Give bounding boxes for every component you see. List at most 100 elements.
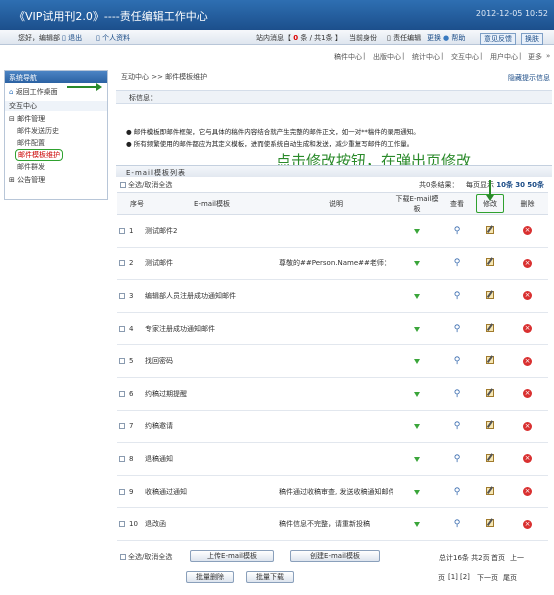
view-icon[interactable]: ⚲ bbox=[453, 291, 461, 300]
view-icon[interactable]: ⚲ bbox=[453, 259, 461, 268]
delete-icon[interactable]: × bbox=[523, 519, 532, 529]
nav-more[interactable]: 更多 bbox=[528, 52, 542, 62]
view-icon[interactable]: ⚲ bbox=[453, 520, 461, 529]
delete-icon[interactable]: × bbox=[523, 356, 532, 366]
batch-delete-button[interactable]: 批量删除 bbox=[186, 571, 234, 583]
feedback-button[interactable]: 意见反馈 bbox=[480, 33, 516, 45]
nav-publish[interactable]: 出版中心 bbox=[373, 52, 401, 62]
view-icon[interactable]: ⚲ bbox=[453, 324, 461, 333]
sidebar-item-mail-config[interactable]: 邮件配置 bbox=[17, 138, 45, 148]
next-page-link[interactable]: 下一页 bbox=[477, 573, 498, 583]
create-template-button[interactable]: 创建E-mail模板 bbox=[290, 550, 380, 562]
table-row: 8 退稿通知 ⚲ × bbox=[117, 442, 548, 476]
per-page-30[interactable]: 30 bbox=[515, 181, 525, 189]
last-page-link[interactable]: 尾页 bbox=[503, 573, 517, 583]
edit-icon[interactable] bbox=[486, 258, 494, 267]
upload-template-button[interactable]: 上传E-mail模板 bbox=[190, 550, 274, 562]
download-icon[interactable] bbox=[414, 261, 420, 267]
edit-icon[interactable] bbox=[486, 486, 494, 495]
col-download: 下载E-mail模板 bbox=[393, 192, 441, 215]
date-time: 2012-12-05 10:52 bbox=[475, 9, 548, 18]
page-1-link[interactable]: [1] bbox=[448, 573, 458, 581]
download-icon[interactable] bbox=[414, 424, 420, 430]
per-page-50[interactable]: 50条 bbox=[527, 181, 544, 189]
per-page-10[interactable]: 10条 bbox=[496, 181, 513, 189]
row-template-name: 测试邮件 bbox=[145, 247, 279, 281]
logout-link[interactable]: ▯ 退出 bbox=[62, 33, 82, 43]
row-template-name: 找回密码 bbox=[145, 344, 279, 378]
edit-icon[interactable] bbox=[486, 388, 494, 397]
sidebar-group-notice[interactable]: ⊞ 公告管理 bbox=[9, 175, 45, 185]
view-icon[interactable]: ⚲ bbox=[453, 389, 461, 398]
checkbox[interactable] bbox=[120, 554, 126, 560]
sidebar-section[interactable]: 交互中心 bbox=[5, 101, 107, 111]
edit-icon[interactable] bbox=[486, 356, 494, 365]
download-icon[interactable] bbox=[414, 293, 420, 299]
checkbox[interactable] bbox=[119, 358, 125, 365]
sidebar-item-mail-history[interactable]: 邮件发送历史 bbox=[17, 126, 59, 136]
sidebar-group-mail[interactable]: ⊟ 邮件管理 bbox=[9, 114, 45, 124]
delete-icon[interactable]: × bbox=[523, 487, 532, 497]
checkbox[interactable] bbox=[119, 521, 125, 528]
batch-download-button[interactable]: 批量下载 bbox=[246, 571, 294, 583]
edit-icon[interactable] bbox=[486, 453, 494, 462]
page-2-link[interactable]: [2] bbox=[460, 573, 470, 581]
nav-manuscript[interactable]: 稿件中心 bbox=[334, 52, 362, 62]
download-icon[interactable] bbox=[414, 326, 420, 332]
profile-link[interactable]: ▯ 个人资料 bbox=[96, 33, 130, 43]
download-icon[interactable] bbox=[414, 391, 420, 397]
hide-tip-link[interactable]: 隐藏提示信息 bbox=[508, 73, 550, 83]
checkbox[interactable] bbox=[119, 325, 125, 332]
view-icon[interactable]: ⚲ bbox=[453, 487, 461, 496]
checkbox[interactable] bbox=[119, 227, 125, 234]
edit-icon[interactable] bbox=[486, 290, 494, 299]
row-desc: 尊敬的##Person.Name##老师： bbox=[279, 247, 393, 281]
nav-stats[interactable]: 统计中心 bbox=[412, 52, 440, 62]
checkbox[interactable] bbox=[119, 488, 125, 495]
checkbox[interactable] bbox=[120, 182, 126, 188]
view-icon[interactable]: ⚲ bbox=[453, 357, 461, 366]
prev-page-link[interactable]: 上一 bbox=[510, 553, 524, 563]
download-icon[interactable] bbox=[414, 522, 420, 528]
sidebar-home[interactable]: ⌂ 返回工作桌面 bbox=[9, 87, 58, 97]
app-title: 《VIP试用刊2.0》----责任编辑工作中心 bbox=[14, 10, 208, 23]
skin-button[interactable]: 换肤 bbox=[521, 33, 543, 45]
sidebar-item-mail-template[interactable]: 邮件模板维护 bbox=[15, 149, 63, 161]
view-icon[interactable]: ⚲ bbox=[453, 454, 461, 463]
download-icon[interactable] bbox=[414, 359, 420, 365]
checkbox[interactable] bbox=[119, 423, 125, 430]
delete-icon[interactable]: × bbox=[523, 389, 532, 399]
view-icon[interactable]: ⚲ bbox=[453, 226, 461, 235]
help-link[interactable]: ● 帮助 bbox=[443, 33, 465, 43]
change-identity-link[interactable]: 更换 bbox=[427, 33, 441, 43]
delete-icon[interactable]: × bbox=[523, 454, 532, 464]
edit-icon[interactable] bbox=[486, 323, 494, 332]
checkbox[interactable] bbox=[119, 260, 125, 267]
edit-icon[interactable] bbox=[486, 421, 494, 430]
delete-icon[interactable]: × bbox=[523, 324, 532, 334]
row-template-name: 约稿过期提醒 bbox=[145, 377, 279, 411]
select-all-bottom[interactable]: 全选/取消全选 bbox=[120, 552, 172, 562]
info-bullet: ● 所有频繁使用的邮件都应为其定义模板，进而使系统自动生成和发送，减少重复写邮件… bbox=[126, 140, 414, 148]
table-title: E-mail模板列表 bbox=[116, 165, 552, 177]
view-icon[interactable]: ⚲ bbox=[453, 422, 461, 431]
delete-icon[interactable]: × bbox=[523, 226, 532, 236]
first-page-link[interactable]: 首页 bbox=[491, 553, 505, 563]
page-label: 页 bbox=[438, 574, 445, 582]
download-icon[interactable] bbox=[414, 228, 420, 234]
edit-icon[interactable] bbox=[486, 519, 494, 528]
messages[interactable]: 站内消息【 0 条 / 共1条 】 bbox=[256, 33, 342, 43]
nav-users[interactable]: 用户中心 bbox=[490, 52, 518, 62]
sidebar-item-mass-mail[interactable]: 邮件群发 bbox=[17, 162, 45, 172]
checkbox[interactable] bbox=[119, 455, 125, 462]
download-icon[interactable] bbox=[414, 489, 420, 495]
checkbox[interactable] bbox=[119, 292, 125, 299]
nav-interaction[interactable]: 交互中心 bbox=[451, 52, 479, 62]
edit-icon[interactable] bbox=[486, 225, 494, 234]
delete-icon[interactable]: × bbox=[523, 258, 532, 268]
download-icon[interactable] bbox=[414, 456, 420, 462]
delete-icon[interactable]: × bbox=[523, 421, 532, 431]
delete-icon[interactable]: × bbox=[523, 291, 532, 301]
checkbox[interactable] bbox=[119, 390, 125, 397]
select-all-top[interactable]: 全选/取消全选 bbox=[120, 180, 172, 190]
